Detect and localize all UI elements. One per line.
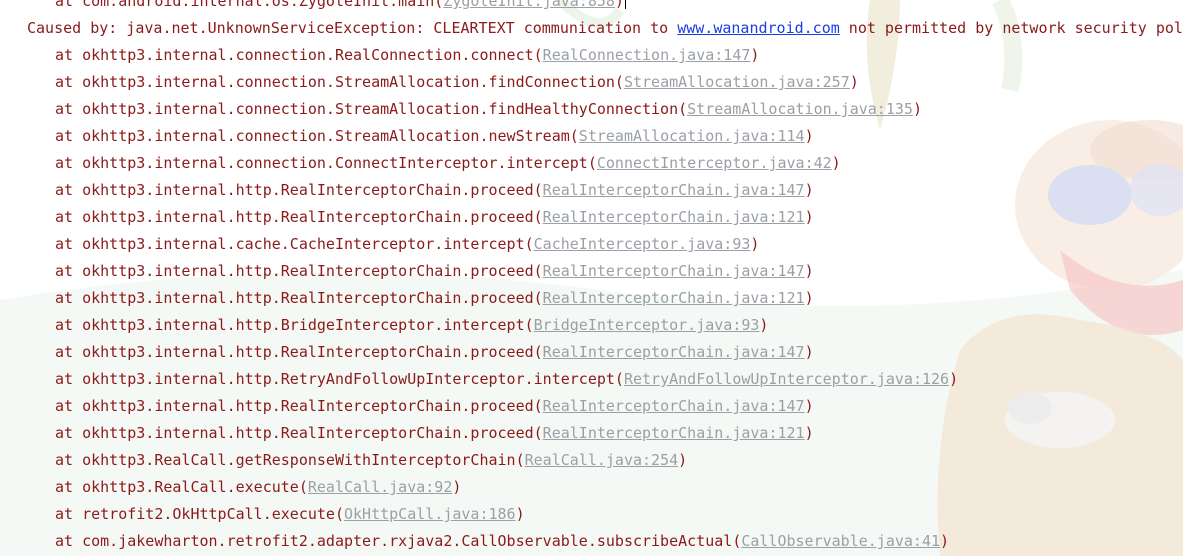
stack-frame-method: at retrofit2.OkHttpCall.execute [55, 505, 335, 523]
stack-frame-method: at com.jakewharton.retrofit2.adapter.rxj… [55, 532, 733, 550]
stack-frame-method: at okhttp3.internal.cache.CacheIntercept… [55, 235, 525, 253]
stack-frame-line: at okhttp3.internal.http.RealInterceptor… [55, 262, 814, 280]
stack-frame-method: at okhttp3.internal.http.RealInterceptor… [55, 181, 534, 199]
source-file-link[interactable]: RealInterceptorChain.java:121 [543, 289, 805, 307]
stack-frame-method: at okhttp3.internal.connection.StreamAll… [55, 127, 570, 145]
stack-frame-line: at okhttp3.internal.http.BridgeIntercept… [55, 316, 769, 334]
stack-frame-method: at okhttp3.internal.http.RealInterceptor… [55, 208, 534, 226]
cause-text-after: not permitted by network security poli [839, 19, 1183, 37]
source-file-link[interactable]: RealInterceptorChain.java:147 [543, 397, 805, 415]
console-output: at com.android.internal.os.ZygoteInit.ma… [0, 0, 1183, 556]
source-file-link[interactable]: ZygoteInit.java:858 [443, 0, 615, 10]
source-file-link[interactable]: RealConnection.java:147 [543, 46, 751, 64]
stack-frame-line: at okhttp3.internal.connection.StreamAll… [55, 73, 859, 91]
stack-frame-method: at okhttp3.internal.http.RetryAndFollowU… [55, 370, 615, 388]
source-file-link[interactable]: RealCall.java:92 [308, 478, 453, 496]
stack-frame-method: at okhttp3.internal.http.BridgeIntercept… [55, 316, 525, 334]
stack-frame-method: at okhttp3.RealCall.execute [55, 478, 299, 496]
stack-frame-method: at okhttp3.internal.connection.RealConne… [55, 46, 534, 64]
source-file-link[interactable]: BridgeInterceptor.java:93 [534, 316, 760, 334]
source-file-link[interactable]: RealInterceptorChain.java:147 [543, 181, 805, 199]
stack-frame-line: at okhttp3.internal.connection.StreamAll… [55, 127, 814, 145]
source-file-link[interactable]: RealCall.java:254 [525, 451, 679, 469]
source-file-link[interactable]: StreamAllocation.java:114 [579, 127, 805, 145]
stack-frame-line: at okhttp3.internal.connection.StreamAll… [55, 100, 922, 118]
stack-frame-line: at okhttp3.internal.http.RealInterceptor… [55, 208, 814, 226]
stack-frame-method: at com.android.internal.os.ZygoteInit.ma… [55, 0, 435, 10]
stack-frame-method: at okhttp3.internal.connection.StreamAll… [55, 73, 615, 91]
stack-frame-line: at okhttp3.internal.http.RealInterceptor… [55, 343, 814, 361]
stack-frame-line: at okhttp3.internal.http.RealInterceptor… [55, 424, 814, 442]
stack-frame-method: at okhttp3.internal.connection.StreamAll… [55, 100, 679, 118]
stack-frame-line: at okhttp3.internal.http.RealInterceptor… [55, 289, 814, 307]
stack-frame-method: at okhttp3.internal.http.RealInterceptor… [55, 397, 534, 415]
stack-frame-line: at retrofit2.OkHttpCall.execute(OkHttpCa… [55, 505, 525, 523]
url-link[interactable]: www.wanandroid.com [677, 19, 840, 37]
stack-frame-line: at okhttp3.internal.http.RealInterceptor… [55, 397, 814, 415]
source-file-link[interactable]: RealInterceptorChain.java:147 [543, 343, 805, 361]
stack-frame-line: at okhttp3.RealCall.execute(RealCall.jav… [55, 478, 462, 496]
cause-text-before: Caused by: java.net.UnknownServiceExcept… [27, 19, 678, 37]
stack-frame-method: at okhttp3.internal.http.RealInterceptor… [55, 424, 534, 442]
source-file-link[interactable]: RealInterceptorChain.java:147 [543, 262, 805, 280]
stack-frame-line: at com.android.internal.os.ZygoteInit.ma… [55, 0, 626, 15]
text-cursor [624, 0, 626, 9]
source-file-link[interactable]: StreamAllocation.java:135 [687, 100, 913, 118]
stack-frame-line: at okhttp3.internal.http.RealInterceptor… [55, 181, 814, 199]
stack-frame-method: at okhttp3.internal.http.RealInterceptor… [55, 343, 534, 361]
stack-frame-method: at okhttp3.internal.connection.ConnectIn… [55, 154, 588, 172]
source-file-link[interactable]: OkHttpCall.java:186 [344, 505, 516, 523]
source-file-link[interactable]: CacheInterceptor.java:93 [534, 235, 751, 253]
stack-frame-line: at okhttp3.internal.http.RetryAndFollowU… [55, 370, 959, 388]
source-file-link[interactable]: RealInterceptorChain.java:121 [543, 208, 805, 226]
stack-frame-line: at okhttp3.internal.connection.ConnectIn… [55, 154, 841, 172]
source-file-link[interactable]: StreamAllocation.java:257 [624, 73, 850, 91]
source-file-link[interactable]: RealInterceptorChain.java:121 [543, 424, 805, 442]
source-file-link[interactable]: ConnectInterceptor.java:42 [597, 154, 832, 172]
source-file-link[interactable]: RetryAndFollowUpInterceptor.java:126 [624, 370, 949, 388]
stack-frame-line: at okhttp3.RealCall.getResponseWithInter… [55, 451, 688, 469]
caused-by-line: Caused by: java.net.UnknownServiceExcept… [27, 15, 1183, 42]
stack-frame-line: at com.jakewharton.retrofit2.adapter.rxj… [55, 532, 950, 550]
stack-frame-method: at okhttp3.internal.http.RealInterceptor… [55, 262, 534, 280]
stack-frame-line: at okhttp3.internal.cache.CacheIntercept… [55, 235, 760, 253]
stack-frame-method: at okhttp3.RealCall.getResponseWithInter… [55, 451, 516, 469]
stack-frame-method: at okhttp3.internal.http.RealInterceptor… [55, 289, 534, 307]
stack-frame-line: at okhttp3.internal.connection.RealConne… [55, 46, 760, 64]
source-file-link[interactable]: CallObservable.java:41 [741, 532, 940, 550]
